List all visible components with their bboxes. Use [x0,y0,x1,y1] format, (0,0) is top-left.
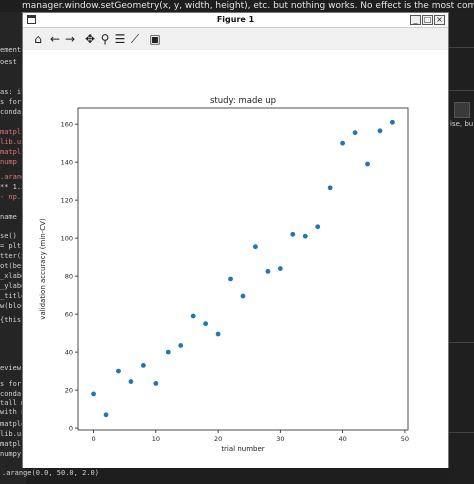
figure-background [23,50,448,468]
background-question-text: manager.window.setGeometry(x, y, width, … [0,0,474,12]
zoom-icon[interactable]: ⚲ [97,31,113,47]
background-right-text: ise, bu [450,120,474,128]
x-tick-label: 40 [338,435,346,443]
data-point [215,331,221,337]
background-code-line: matpl [0,440,22,448]
data-point [203,321,209,327]
x-tick-label: 10 [152,435,160,443]
data-point [340,140,346,146]
minimize-button[interactable]: _ [410,15,421,25]
background-code-line: se() [0,232,17,240]
forward-arrow-icon[interactable]: → [62,31,78,47]
x-axis-label: trial number [221,445,264,453]
data-point [240,293,246,299]
navigation-toolbar: ⌂ ← → ✥ ⚲ ☰ ⟋ ▣ [23,28,448,51]
data-point [91,391,96,397]
configure-subplots-icon[interactable]: ☰ [112,31,128,47]
maximize-button[interactable]: □ [422,15,433,25]
x-tick-label: 30 [276,435,284,443]
background-code-line: conda [0,108,22,116]
data-point [352,130,358,136]
data-point [265,268,271,274]
background-bottom-code: .arange(0.0, 50.0, 2.0) [2,469,99,477]
y-tick-label: 140 [61,158,73,166]
y-tick-label: 20 [65,386,73,394]
y-axis-label: validation accuracy (min-CV) [39,218,47,320]
data-point [302,233,308,239]
edit-axis-icon[interactable]: ⟋ [127,31,143,47]
y-tick-label: 80 [65,272,73,280]
data-point [103,412,109,418]
data-point [253,244,258,250]
data-point [228,276,233,282]
background-code-line: nump [0,158,17,166]
back-arrow-icon[interactable]: ← [47,31,63,47]
background-code-line: matpl [0,148,22,156]
pan-icon[interactable]: ✥ [82,31,98,47]
data-point [290,231,296,237]
close-button[interactable]: × [434,15,445,25]
data-point [140,363,146,368]
data-point [128,379,134,384]
data-point [277,266,283,271]
scatter-plot: study: made up trial number validation acc… [23,50,448,468]
y-tick-label: 40 [65,348,73,356]
background-right-panel: ise, bu [448,12,474,484]
chart-title: study: made up [210,96,276,106]
background-code-line: matpl [0,128,22,136]
data-point [327,185,333,191]
x-tick-label: 0 [91,435,95,443]
data-point [377,128,383,134]
data-point [116,368,121,374]
background-tab [454,102,470,118]
background-code-line: numpy [0,450,22,458]
data-point [153,381,159,386]
data-point [165,349,171,355]
figure-window[interactable]: Figure 1 _ □ × ⌂ ← → ✥ ⚲ ☰ ⟋ ▣ study: made up tr… [22,12,449,468]
background-code-line: conda [0,390,22,398]
data-point [178,343,184,348]
background-code-line: eview [0,364,22,372]
data-point [365,161,370,167]
home-icon[interactable]: ⌂ [30,31,46,47]
background-code-line: name [0,213,17,221]
y-tick-label: 60 [65,310,73,318]
save-icon[interactable]: ▣ [147,31,163,47]
y-tick-label: 0 [69,424,73,432]
window-titlebar[interactable]: Figure 1 _ □ × [23,13,448,28]
y-tick-label: 160 [61,120,73,128]
x-tick-label: 50 [401,435,409,443]
background-bottom-bar: .arange(0.0, 50.0, 2.0) [2,468,448,484]
y-tick-label: 120 [61,196,73,204]
window-title: Figure 1 [216,15,255,24]
x-tick-label: 20 [214,435,222,443]
data-point [190,313,196,319]
data-point [315,224,321,230]
data-point [390,119,395,125]
y-tick-label: 100 [61,234,73,242]
